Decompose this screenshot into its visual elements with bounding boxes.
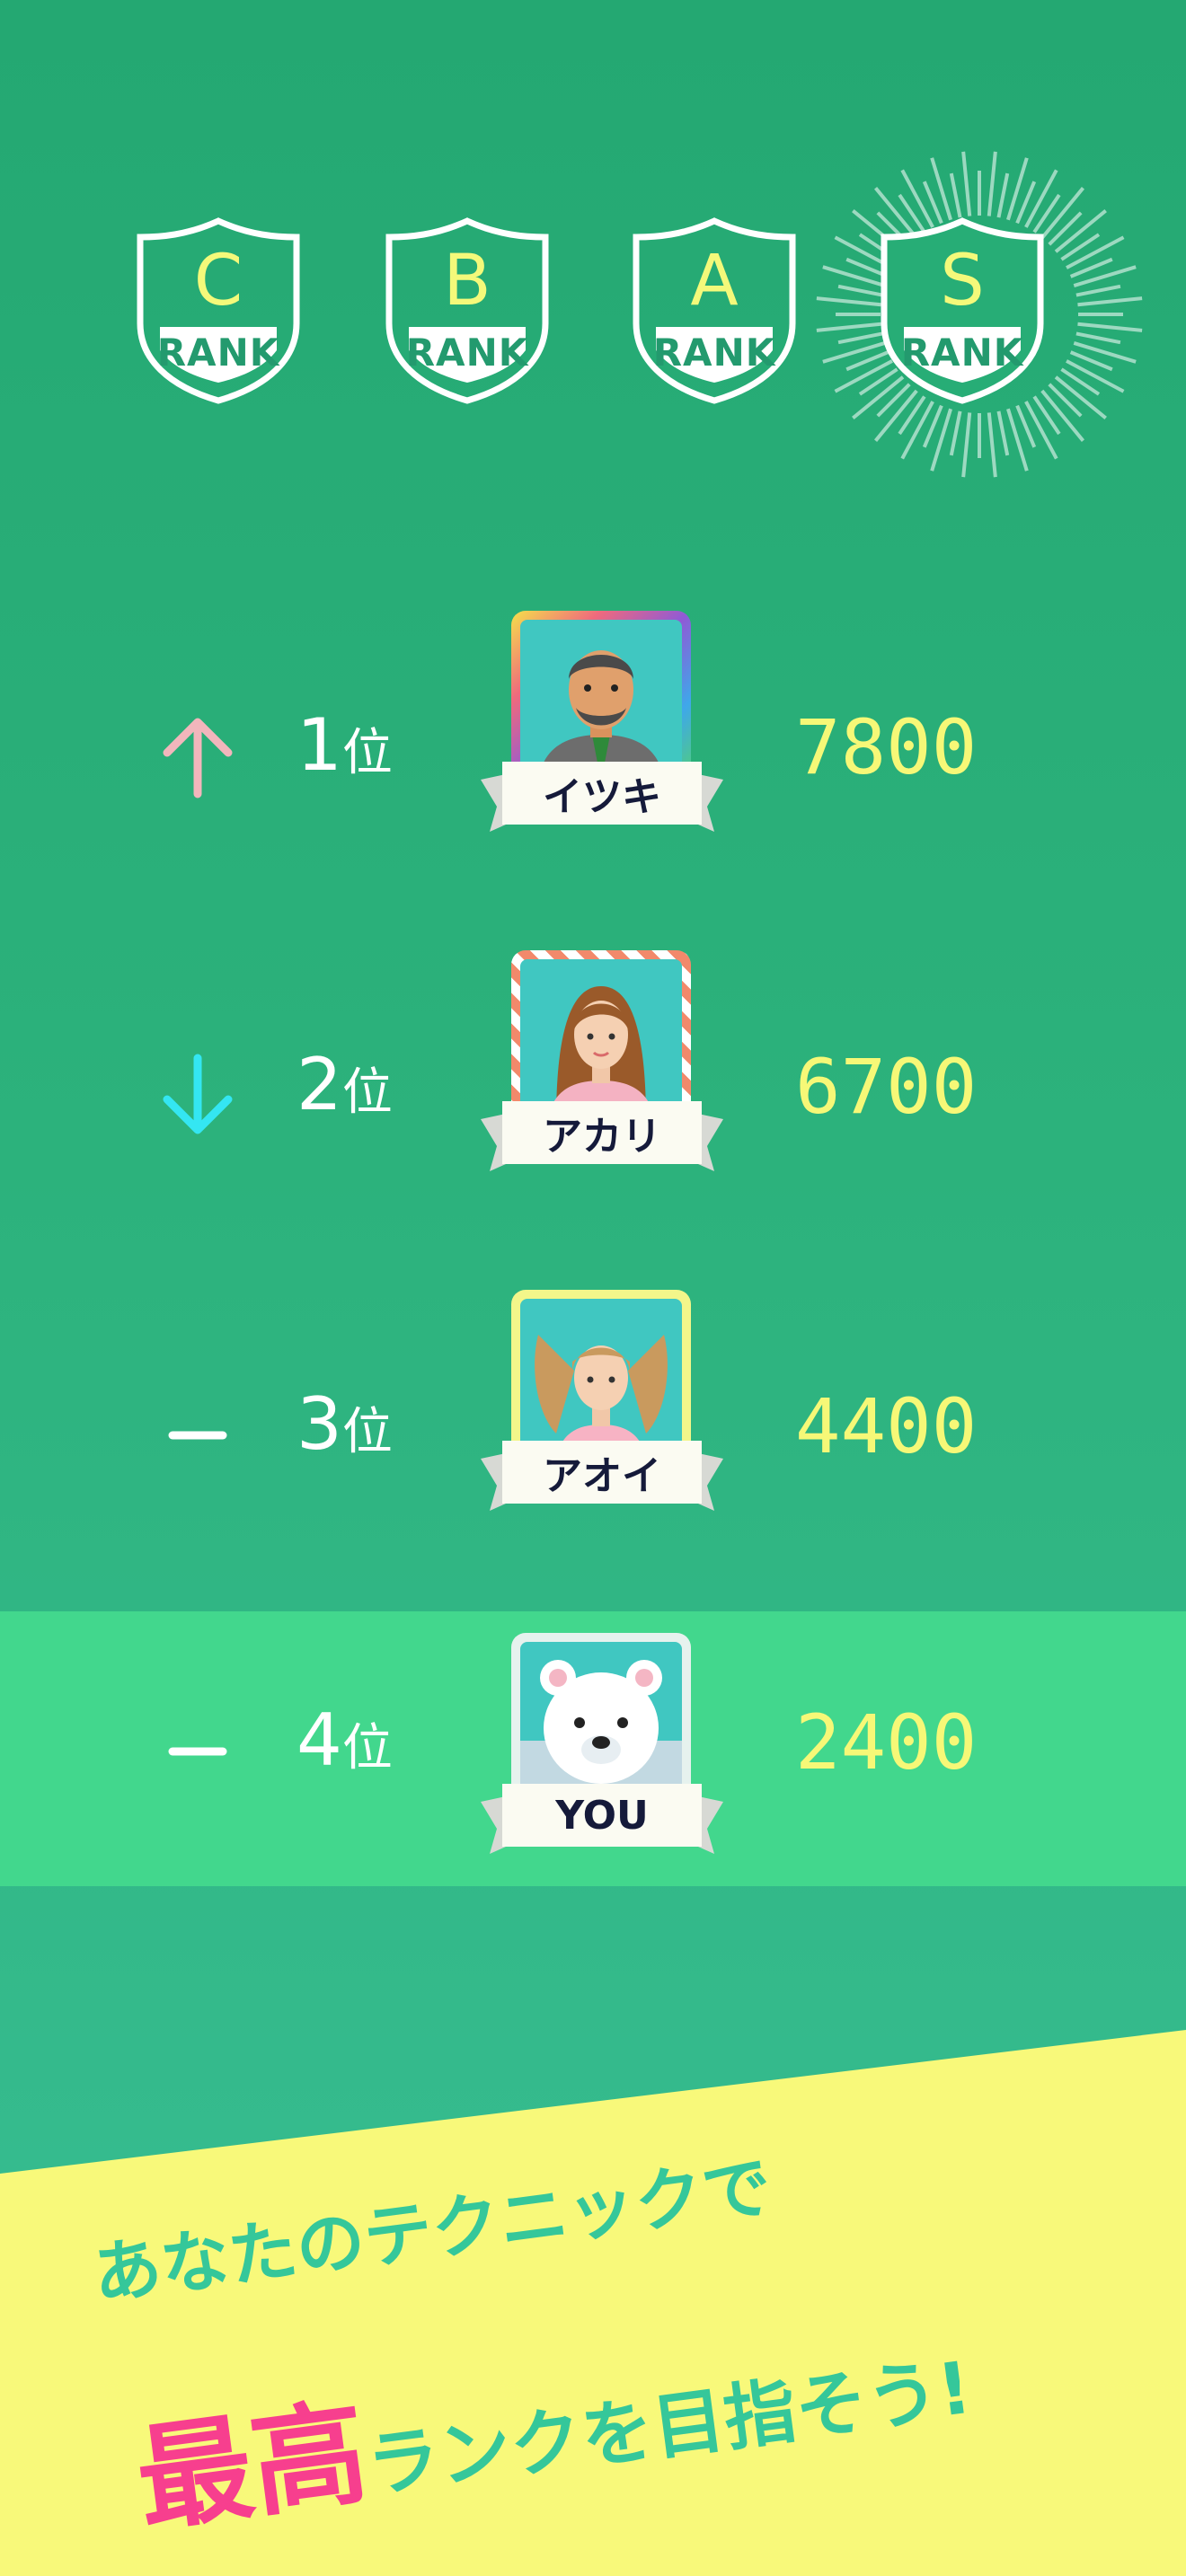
polar-bear-avatar-icon — [520, 1642, 682, 1804]
player-name: YOU — [555, 1792, 649, 1839]
player-score: 6700 — [795, 1043, 978, 1131]
rank-letter: B — [443, 241, 491, 322]
rank-label: RANK — [652, 331, 776, 375]
girl-avatar-icon — [520, 1299, 682, 1460]
position-number: 1 — [296, 703, 342, 787]
rank-position: 4位 — [296, 1705, 393, 1777]
dash-icon — [168, 1431, 227, 1440]
rank-position: 3位 — [296, 1389, 393, 1460]
arrow-up-icon — [163, 718, 233, 798]
rank-letter: S — [940, 241, 985, 322]
rank-badge-s: S RANK — [877, 216, 1048, 404]
avatar: アオイ — [481, 1290, 723, 1541]
rank-position: 2位 — [296, 1049, 393, 1121]
leaderboard-row: 3位 アオイ 4400 — [0, 1290, 1186, 1565]
position-number: 2 — [296, 1043, 342, 1126]
rank-position: 1位 — [296, 710, 393, 781]
rank-badge-b: B RANK — [382, 216, 553, 404]
name-ribbon: YOU — [481, 1784, 723, 1854]
rank-label: RANK — [900, 331, 1024, 375]
position-number: 4 — [296, 1698, 342, 1782]
player-name: アオイ — [543, 1453, 661, 1499]
rank-label: RANK — [156, 331, 280, 375]
name-ribbon: アオイ — [481, 1441, 723, 1511]
tagline-accent: 最高 — [128, 2386, 376, 2549]
player-name: イツキ — [543, 774, 661, 820]
arrow-down-icon — [163, 1054, 233, 1134]
name-ribbon: イツキ — [481, 762, 723, 832]
player-score: 2400 — [795, 1698, 978, 1786]
name-ribbon: アカリ — [481, 1101, 723, 1171]
woman-avatar-icon — [520, 959, 682, 1121]
rank-letter: C — [193, 241, 243, 322]
rank-label: RANK — [405, 331, 529, 375]
position-number: 3 — [296, 1382, 342, 1466]
player-name: アカリ — [543, 1114, 661, 1160]
leaderboard-row: 1位 イツキ 7800 — [0, 611, 1186, 886]
avatar: YOU — [481, 1633, 723, 1884]
rank-badges: C RANK B RANK A RANK S RANK — [0, 151, 1186, 478]
avatar: イツキ — [481, 611, 723, 862]
player-score: 7800 — [795, 703, 978, 791]
dash-icon — [168, 1747, 227, 1756]
leaderboard-row: 2位 アカリ 6700 — [0, 950, 1186, 1225]
man-avatar-icon — [520, 620, 682, 781]
rank-badge-c: C RANK — [133, 216, 304, 404]
rank-letter: A — [690, 241, 739, 322]
rank-badge-a: A RANK — [629, 216, 800, 404]
position-suffix: 位 — [341, 1719, 393, 1778]
position-suffix: 位 — [341, 724, 393, 782]
position-suffix: 位 — [341, 1403, 393, 1461]
avatar: アカリ — [481, 950, 723, 1202]
leaderboard-row-you: 4位 YOU 2400 — [0, 1611, 1186, 1886]
position-suffix: 位 — [341, 1063, 393, 1122]
player-score: 4400 — [795, 1382, 978, 1470]
